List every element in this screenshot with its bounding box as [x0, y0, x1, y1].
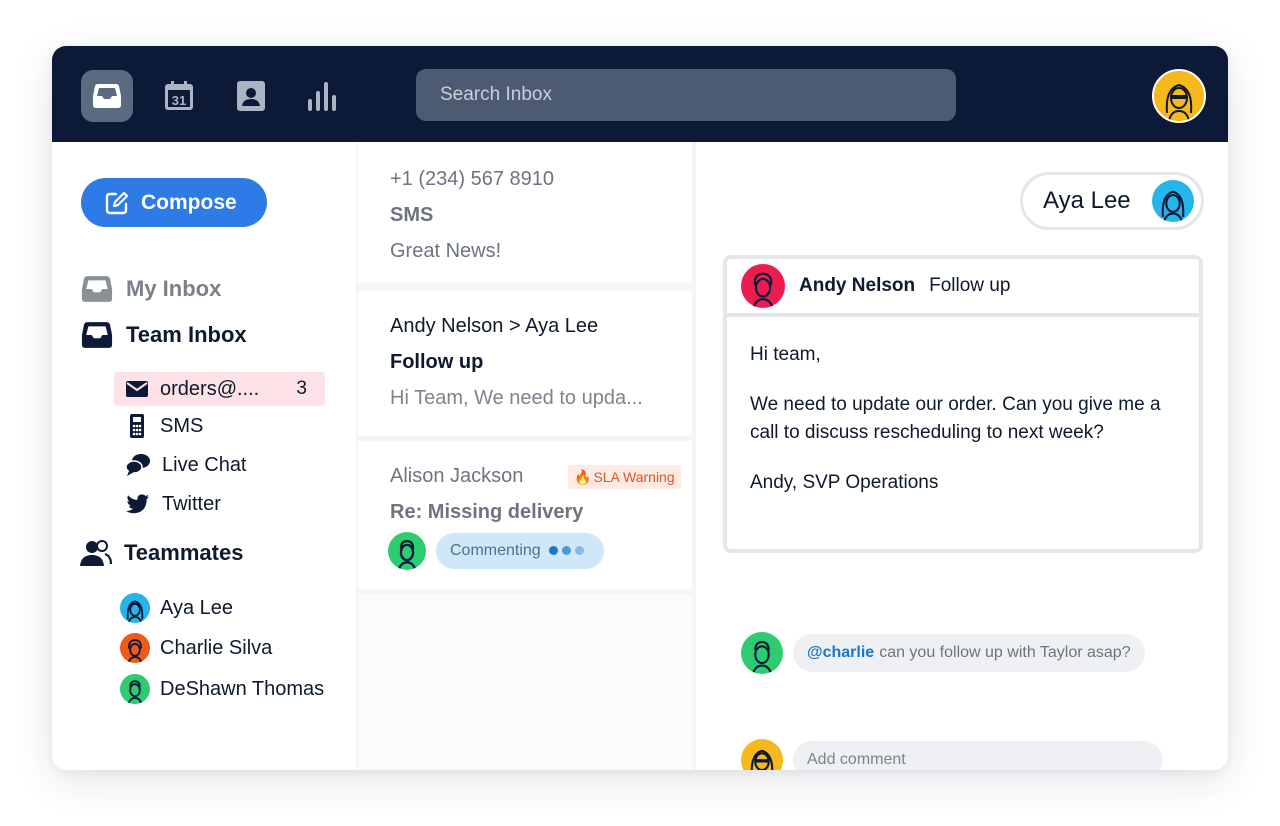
- list-item-empty: [358, 594, 692, 770]
- teammate-name: Aya Lee: [160, 596, 234, 619]
- inbox-tray-icon: [81, 276, 113, 302]
- team-inbox-label: Team Inbox: [126, 322, 247, 347]
- search-bar[interactable]: [416, 69, 956, 121]
- user-avatar[interactable]: [1152, 69, 1206, 123]
- person-face-icon: [397, 539, 417, 570]
- sla-warning-badge: 🔥 SLA Warning: [568, 465, 681, 489]
- message-header: Andy Nelson Follow up: [727, 259, 1199, 317]
- channel-label: orders@....: [160, 377, 260, 400]
- typing-dots-icon: [548, 542, 588, 560]
- channel-label: Live Chat: [162, 453, 247, 476]
- fire-icon: 🔥: [574, 468, 592, 485]
- person-face-icon: [752, 272, 774, 308]
- contact-card-icon: [237, 81, 265, 111]
- my-inbox-label: My Inbox: [126, 276, 222, 301]
- commenting-label: Commenting: [450, 542, 541, 559]
- message-sender: Andy Nelson: [799, 275, 916, 296]
- list-item-subject: SMS: [390, 204, 434, 226]
- inbox-tray-icon: [81, 322, 113, 348]
- add-comment-input[interactable]: [807, 751, 1147, 769]
- assignee-pill[interactable]: Aya Lee: [1020, 172, 1204, 230]
- svg-text:31: 31: [172, 93, 186, 108]
- person-face-icon: [1161, 190, 1185, 222]
- comment-text: can you follow up with Taylor asap?: [879, 644, 1131, 661]
- teammate-charlie-silva[interactable]: Charlie Silva: [120, 633, 272, 663]
- commenting-indicator: Commenting: [436, 533, 604, 569]
- envelope-icon: [126, 381, 148, 397]
- avatar: [1152, 180, 1194, 222]
- list-item-subject: Follow up: [390, 351, 484, 373]
- add-comment-row: [741, 739, 1163, 770]
- people-icon: [80, 540, 112, 566]
- compose-label: Compose: [141, 190, 237, 214]
- contacts-nav-button[interactable]: [225, 70, 277, 122]
- teammate-name: Charlie Silva: [160, 636, 273, 659]
- channel-label: SMS: [160, 414, 204, 437]
- list-item[interactable]: Alison Jackson 🔥 SLA Warning Re: Missing…: [358, 441, 692, 589]
- avatar: [388, 532, 426, 570]
- comment: @charlie can you follow up with Taylor a…: [741, 632, 1145, 674]
- person-face-icon: [127, 639, 143, 663]
- list-item-selected[interactable]: Andy Nelson > Aya Lee Follow up Hi Team,…: [358, 291, 692, 436]
- avatar: [741, 264, 785, 308]
- list-item-preview: Hi Team, We need to upda...: [390, 387, 643, 409]
- email-message-card: Andy Nelson Follow up Hi team, We need t…: [723, 255, 1203, 553]
- avatar: [741, 739, 783, 770]
- teammate-name: DeShawn Thomas: [160, 677, 325, 700]
- message-text: We need to update our order. Can you giv…: [750, 394, 1161, 443]
- inbox-tray-icon: [93, 84, 121, 108]
- search-input[interactable]: [416, 69, 956, 121]
- teammate-aya-lee[interactable]: Aya Lee: [120, 593, 233, 623]
- teammates-heading: Teammates: [80, 540, 243, 566]
- avatar: [741, 632, 783, 674]
- channel-twitter[interactable]: Twitter: [114, 487, 325, 521]
- list-item-from: +1 (234) 567 8910: [390, 168, 555, 190]
- inbox-app-window: 31 Search Inbox Compose My Inbox Team In…: [52, 46, 1228, 770]
- chat-bubbles-icon: [126, 454, 150, 476]
- list-item-from: Alison Jackson: [390, 465, 524, 487]
- compose-button[interactable]: Compose: [81, 178, 267, 227]
- message-body: Hi team, We need to update our order. Ca…: [750, 341, 1170, 519]
- bar-chart-icon: [308, 82, 336, 111]
- message-greeting: Hi team,: [750, 344, 821, 365]
- avatar: [120, 674, 150, 704]
- channel-live-chat[interactable]: Live Chat: [114, 448, 325, 482]
- my-inbox-item[interactable]: My Inbox: [80, 275, 221, 303]
- calendar-nav-button[interactable]: 31: [153, 70, 205, 122]
- list-item-preview: Great News!: [390, 240, 502, 262]
- conversation-pane: Aya Lee Andy Nelson Follow up Hi team, W…: [696, 142, 1228, 770]
- add-comment-field[interactable]: [793, 741, 1163, 770]
- avatar: [120, 593, 150, 623]
- channel-sms[interactable]: SMS: [114, 409, 325, 443]
- analytics-nav-button[interactable]: [297, 70, 349, 122]
- person-face-icon: [750, 749, 774, 770]
- sidebar: Compose My Inbox Team Inbox orders@.... …: [52, 142, 356, 770]
- channel-label: Twitter: [162, 492, 221, 515]
- channel-orders[interactable]: orders@.... 3: [114, 372, 325, 406]
- person-face-icon: [751, 641, 773, 674]
- teammates-label: Teammates: [124, 540, 244, 565]
- user-face-icon: [1154, 71, 1204, 121]
- mention-link[interactable]: @charlie: [807, 644, 874, 662]
- conversation-list: +1 (234) 567 8910 SMS Great News! Andy N…: [356, 142, 696, 770]
- inbox-nav-button[interactable]: [81, 70, 133, 122]
- list-item-from: Andy Nelson > Aya Lee: [390, 315, 599, 337]
- top-bar: 31: [52, 46, 1228, 142]
- person-face-icon: [126, 600, 144, 623]
- message-signature: Andy, SVP Operations: [750, 472, 939, 493]
- pencil-square-icon: [105, 191, 129, 214]
- teammate-deshawn-thomas[interactable]: DeShawn Thomas: [120, 674, 324, 704]
- avatar: [120, 633, 150, 663]
- list-item-subject: Re: Missing delivery: [390, 501, 584, 523]
- list-item[interactable]: +1 (234) 567 8910 SMS Great News!: [358, 142, 692, 283]
- message-subject: Follow up: [929, 275, 1011, 296]
- unread-count-badge: 3: [296, 378, 307, 399]
- person-face-icon: [127, 680, 143, 704]
- twitter-bird-icon: [126, 494, 149, 514]
- comment-bubble: @charlie can you follow up with Taylor a…: [793, 634, 1145, 672]
- team-inbox-item[interactable]: Team Inbox: [80, 321, 247, 349]
- calendar-icon: 31: [165, 81, 193, 110]
- phone-icon: [130, 414, 144, 438]
- assignee-name: Aya Lee: [1043, 187, 1131, 214]
